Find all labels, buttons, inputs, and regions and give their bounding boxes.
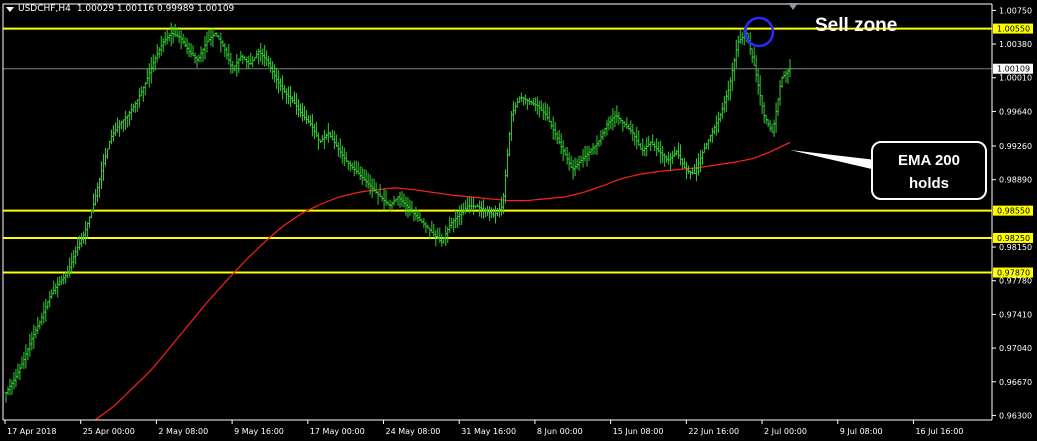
x-tick-label: 17 Apr 2018: [7, 427, 56, 436]
x-tick-label: 24 May 08:00: [386, 427, 441, 436]
x-tick-label: 16 Jul 16:00: [915, 427, 963, 436]
y-tick-label: 0.98150: [999, 243, 1032, 252]
level-price-label: 0.98250: [997, 234, 1030, 243]
ema-callout-line2: holds: [909, 175, 949, 192]
y-tick-label: 0.97780: [999, 277, 1032, 286]
y-tick-label: 0.98890: [999, 176, 1032, 185]
chart-header: USDCHF,H4 1.00029 1.00116 0.99989 1.0010…: [0, 0, 234, 18]
x-tick-label: 25 Apr 00:00: [83, 427, 135, 436]
y-tick-label: 0.99260: [999, 142, 1032, 151]
x-tick-label: 2 Jul 00:00: [764, 427, 807, 436]
x-tick-label: 22 Jun 16:00: [688, 427, 739, 436]
y-tick-label: 1.00380: [999, 40, 1032, 49]
price-chart[interactable]: 1.005500.985500.982500.978701.00109 1.00…: [0, 0, 1037, 441]
y-tick-label: 0.96300: [999, 411, 1032, 420]
current-price-label: 1.00109: [997, 65, 1030, 74]
ohlc-label: 1.00029 1.00116 0.99989 1.00109: [76, 4, 235, 14]
y-tick-label: 1.00750: [999, 6, 1032, 15]
ema-callout-line1: EMA 200: [898, 152, 960, 169]
sell-zone-label: Sell zone: [815, 15, 897, 36]
level-price-label: 0.98550: [997, 207, 1030, 216]
x-tick-label: 8 Jun 00:00: [537, 427, 583, 436]
y-tick-label: 1.00010: [999, 74, 1032, 83]
y-tick-label: 0.99640: [999, 107, 1032, 116]
x-tick-label: 15 Jun 08:00: [613, 427, 664, 436]
x-tick-label: 17 May 00:00: [310, 427, 365, 436]
x-tick-label: 2 May 08:00: [158, 427, 208, 436]
level-price-label: 1.00550: [997, 25, 1030, 34]
x-tick-label: 9 May 16:00: [234, 427, 284, 436]
y-tick-label: 0.97410: [999, 310, 1032, 319]
y-tick-label: 0.97040: [999, 344, 1032, 353]
chart-menu-triangle-icon[interactable]: [6, 6, 14, 12]
x-tick-label: 31 May 16:00: [461, 427, 516, 436]
y-tick-label: 0.96670: [999, 378, 1032, 387]
symbol-label: USDCHF,H4: [18, 4, 71, 14]
x-tick-label: 9 Jul 08:00: [840, 427, 883, 436]
